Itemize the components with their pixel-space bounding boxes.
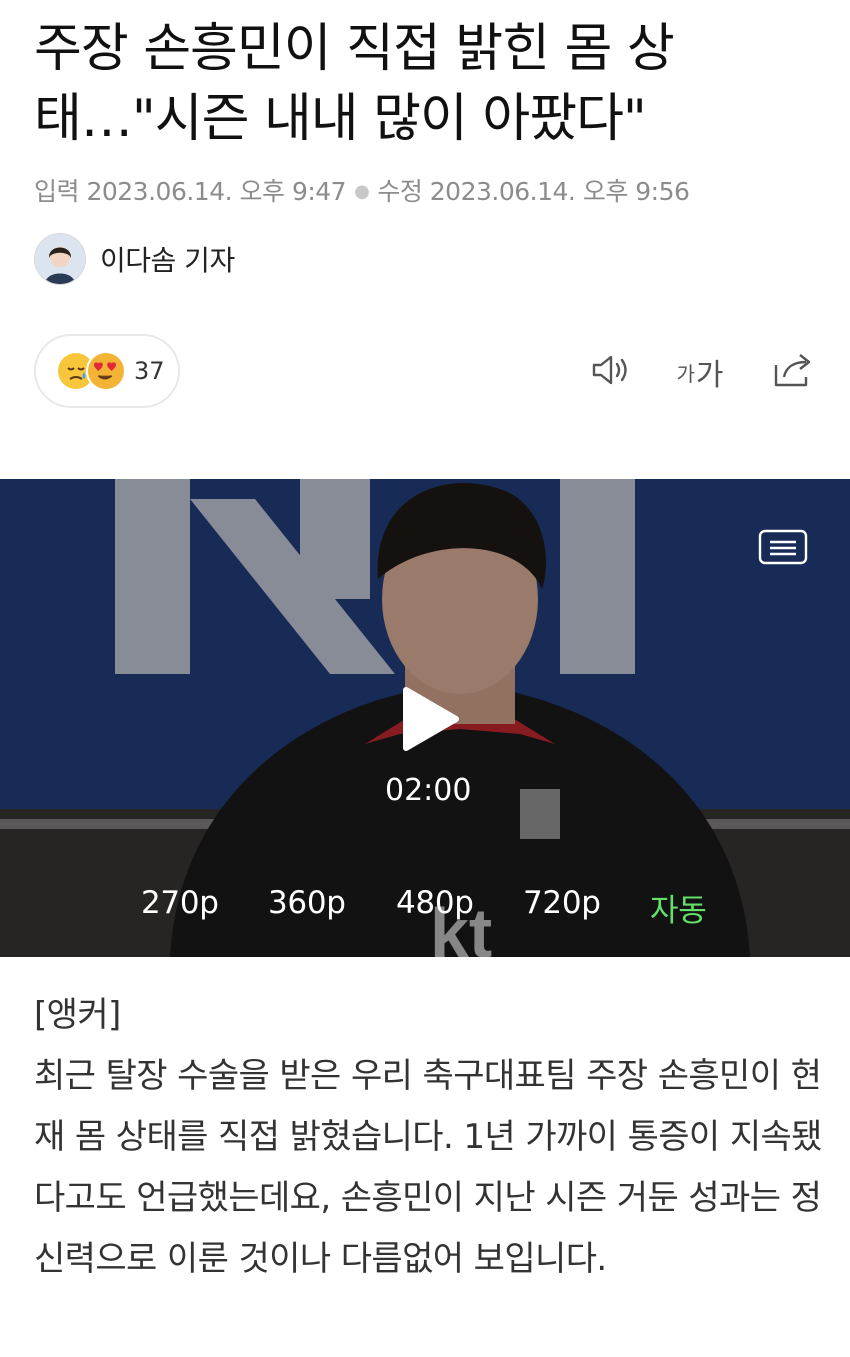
font-size-button[interactable]: 가가 [672,350,728,394]
quality-option-720p[interactable]: 720p [523,885,601,921]
share-button[interactable] [770,350,816,394]
heart-eyes-icon [86,351,126,391]
reporter-avatar [34,233,86,285]
quality-option-270p[interactable]: 270p [141,885,219,921]
quality-option-auto[interactable]: 자동 [650,885,707,930]
font-size-large-label: 가 [695,358,724,393]
menu-icon[interactable] [758,529,808,569]
modified-time: 2023.06.14. 오후 9:56 [429,177,690,206]
video-duration: 02:00 [385,773,472,808]
share-icon [772,351,814,393]
audio-button[interactable] [588,350,634,394]
quality-option-360p[interactable]: 360p [268,885,346,921]
article-timestamps: 입력 2023.06.14. 오후 9:47 ● 수정 2023.06.14. 오후… [34,172,690,208]
input-time: 2023.06.14. 오후 9:47 [86,177,347,206]
font-size-small-label: 가 [676,361,695,386]
modified-label: 수정 [377,177,423,206]
input-label: 입력 [34,177,80,206]
article-body: [앵커] 최근 탈장 수술을 받은 우리 축구대표팀 주장 손흥민이 현재 몸 … [34,985,824,1290]
play-icon[interactable] [398,684,462,758]
article-title: 주장 손흥민이 직접 밝힌 몸 상태…"시즌 내내 많이 아팠다" [34,19,675,149]
reaction-button[interactable]: 37 [34,334,180,408]
quality-option-480p[interactable]: 480p [396,885,474,921]
reporter-link[interactable]: 이다솜 기자 [34,233,235,285]
speaker-icon [590,352,632,392]
reaction-count: 37 [134,357,165,385]
separator-dot: ● [354,181,370,202]
reporter-name[interactable]: 이다솜 기자 [100,239,235,279]
anchor-tag: [앵커] [34,995,121,1035]
article-paragraph: 최근 탈장 수술을 받은 우리 축구대표팀 주장 손흥민이 현재 몸 상태를 직… [34,1056,822,1279]
